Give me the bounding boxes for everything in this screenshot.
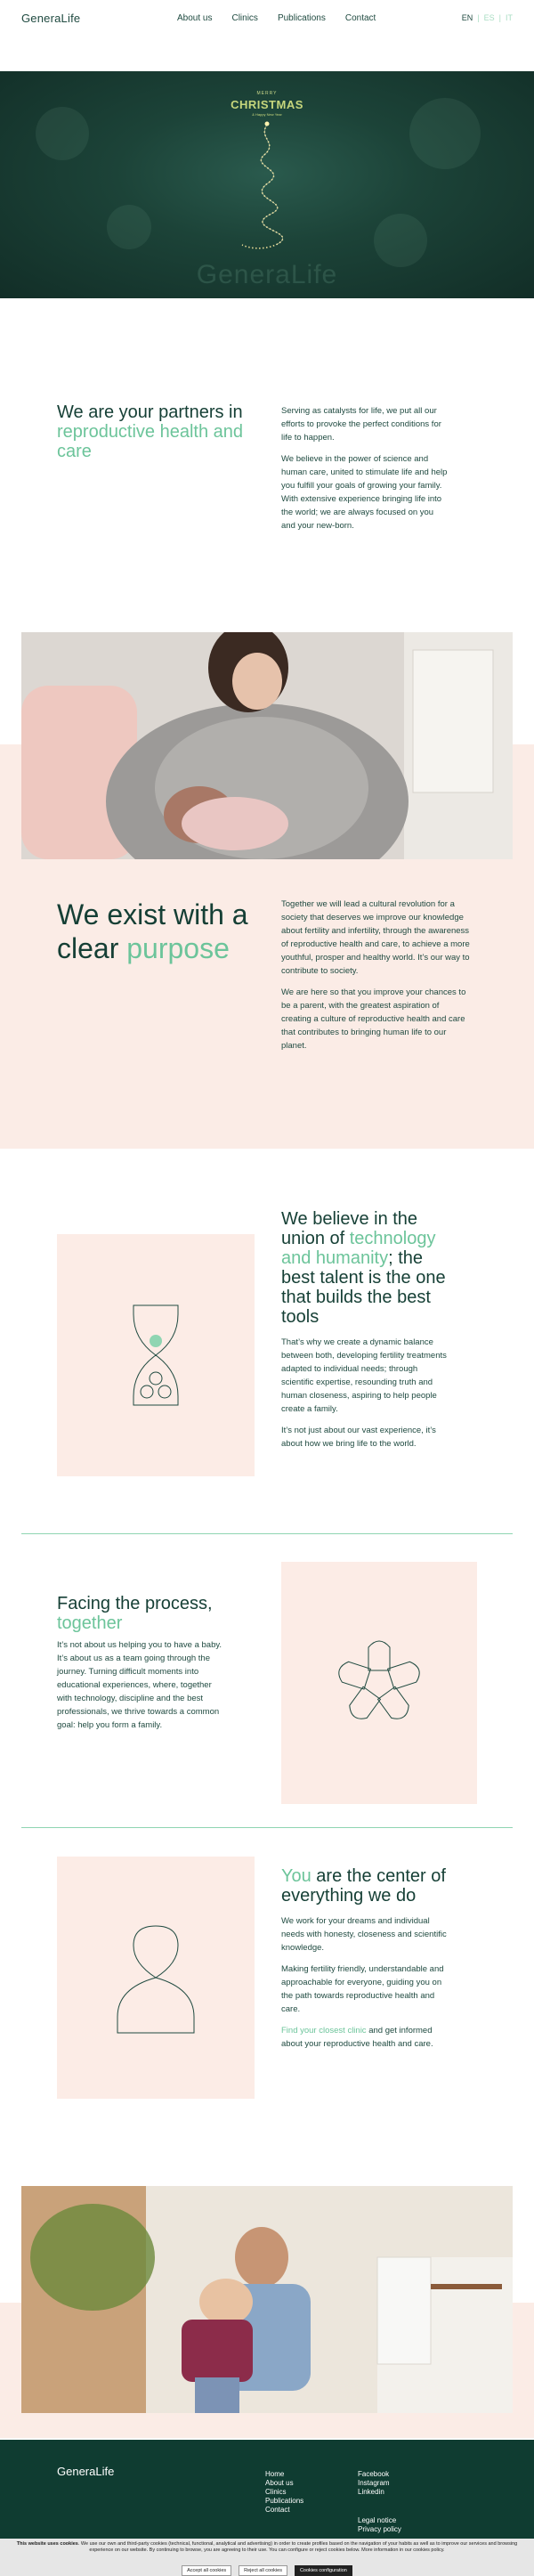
hero-brand-watermark: GeneraLife [196, 260, 338, 289]
section-union-text: That’s why we create a dynamic balance b… [281, 1336, 450, 1459]
family-illustration [21, 2186, 513, 2413]
cookie-text-body: . We use our own and third-party cookies… [77, 2541, 518, 2553]
footer-link-home[interactable]: Home [265, 2470, 303, 2479]
accept-cookies-button[interactable]: Accept all cookies [182, 2565, 232, 2576]
figure-card [57, 1857, 255, 2099]
petals-card [281, 1562, 477, 1804]
family-photo [21, 2186, 513, 2413]
footer-link-legal-notice[interactable]: Legal notice [358, 2516, 401, 2525]
paragraph: We believe in the power of science and h… [281, 454, 448, 531]
nav-item-contact[interactable]: Contact [345, 13, 376, 23]
footer-link-contact[interactable]: Contact [265, 2506, 303, 2515]
paragraph: We work for your dreams and individual n… [281, 1916, 447, 1953]
cookie-text-bold: This website uses cookies [16, 2541, 78, 2547]
paragraph: Together we will lead a cultural revolut… [281, 899, 470, 976]
paragraph: Making fertility friendly, understandabl… [281, 1964, 444, 2014]
footer-legal-column: Legal notice Privacy policy [358, 2516, 401, 2534]
nav-item-about-us[interactable]: About us [177, 13, 212, 23]
paragraph: It’s not just about our vast experience,… [281, 1426, 436, 1449]
footer-link-instagram[interactable]: Instagram [358, 2479, 390, 2488]
cookie-text: This website uses cookies. We use our ow… [7, 2541, 527, 2553]
section-center-title: You are the center of everything we do [281, 1866, 459, 1906]
mother-baby-photo [21, 632, 513, 859]
title-highlight: reproductive health and care [57, 422, 244, 461]
find-clinic-link[interactable]: Find your closest clinic [281, 2026, 367, 2036]
paragraph: Serving as catalysts for life, we put al… [281, 406, 441, 443]
lang-es[interactable]: ES [484, 13, 495, 22]
section-together-title: Facing the process, together [57, 1594, 253, 1633]
lang-separator: | [477, 13, 480, 22]
section-divider [21, 1533, 513, 1534]
lang-separator: | [498, 13, 501, 22]
paragraph: We are here so that you improve your cha… [281, 987, 466, 1051]
hero-banner: MERRY CHRISTMAS & Happy New Year GeneraL… [0, 71, 534, 298]
section-partners-title: We are your partners in reproductive hea… [57, 402, 263, 461]
section-purpose-title: We exist with a clear purpose [57, 898, 279, 965]
paragraph: It’s not about us helping you to have a … [57, 1640, 222, 1730]
nav-item-clinics[interactable]: Clinics [231, 13, 257, 23]
abstract-figure-icon [117, 1925, 195, 2034]
footer-link-facebook[interactable]: Facebook [358, 2470, 390, 2479]
footer-link-clinics[interactable]: Clinics [265, 2488, 303, 2497]
title-highlight: together [57, 1613, 123, 1633]
footer-link-publications[interactable]: Publications [265, 2497, 303, 2506]
footer-nav-column: Home About us Clinics Publications Conta… [265, 2470, 303, 2515]
hero-subtitle: & Happy New Year [252, 112, 282, 117]
footer-logo[interactable]: GeneraLife [57, 2465, 114, 2478]
footer-link-privacy-policy[interactable]: Privacy policy [358, 2525, 401, 2534]
light-tree-illustration [241, 121, 284, 249]
section-center-text: We work for your dreams and individual n… [281, 1914, 450, 2059]
footer-link-linkedin[interactable]: Linkedin [358, 2488, 390, 2497]
hero-title: CHRISTMAS [231, 98, 303, 111]
lang-en[interactable]: EN [462, 13, 473, 22]
mother-baby-illustration [21, 632, 513, 859]
cookie-banner: This website uses cookies. We use our ow… [0, 2539, 534, 2576]
main-nav: About us Clinics Publications Contact [177, 0, 376, 36]
bokeh-light [107, 205, 151, 249]
hourglass-icon [133, 1304, 179, 1406]
section-union-title: We believe in the union of technology an… [281, 1209, 459, 1327]
flower-petals-icon [338, 1640, 420, 1719]
hourglass-card [57, 1234, 255, 1476]
nav-item-publications[interactable]: Publications [278, 13, 326, 23]
reject-cookies-button[interactable]: Reject all cookies [239, 2565, 287, 2576]
configure-cookies-button[interactable]: Cookies configuration [294, 2565, 352, 2576]
footer-social-column: Facebook Instagram Linkedin [358, 2470, 390, 2497]
section-together-text: It’s not about us helping you to have a … [57, 1638, 228, 1732]
title-highlight: purpose [126, 932, 230, 964]
section-partners-text: Serving as catalysts for life, we put al… [281, 404, 449, 540]
title-part: Facing the process, [57, 1594, 213, 1613]
site-header: GeneraLife About us Clinics Publications… [0, 0, 534, 36]
hero-kicker: MERRY [256, 91, 278, 96]
cookie-buttons: Accept all cookies Reject all cookies Co… [0, 2565, 534, 2576]
section-purpose-text: Together we will lead a cultural revolut… [281, 898, 470, 1060]
section-divider [21, 1827, 513, 1828]
logo[interactable]: GeneraLife [21, 12, 80, 25]
paragraph: That’s why we create a dynamic balance b… [281, 1337, 447, 1414]
title-part: We are your partners in [57, 402, 243, 422]
paragraph: Find your closest clinic and get informe… [281, 2024, 450, 2051]
lang-it[interactable]: IT [506, 13, 513, 22]
bokeh-light [374, 214, 427, 267]
footer-link-about-us[interactable]: About us [265, 2479, 303, 2488]
title-highlight: You [281, 1866, 312, 1886]
language-switcher: EN | ES | IT [462, 0, 513, 36]
